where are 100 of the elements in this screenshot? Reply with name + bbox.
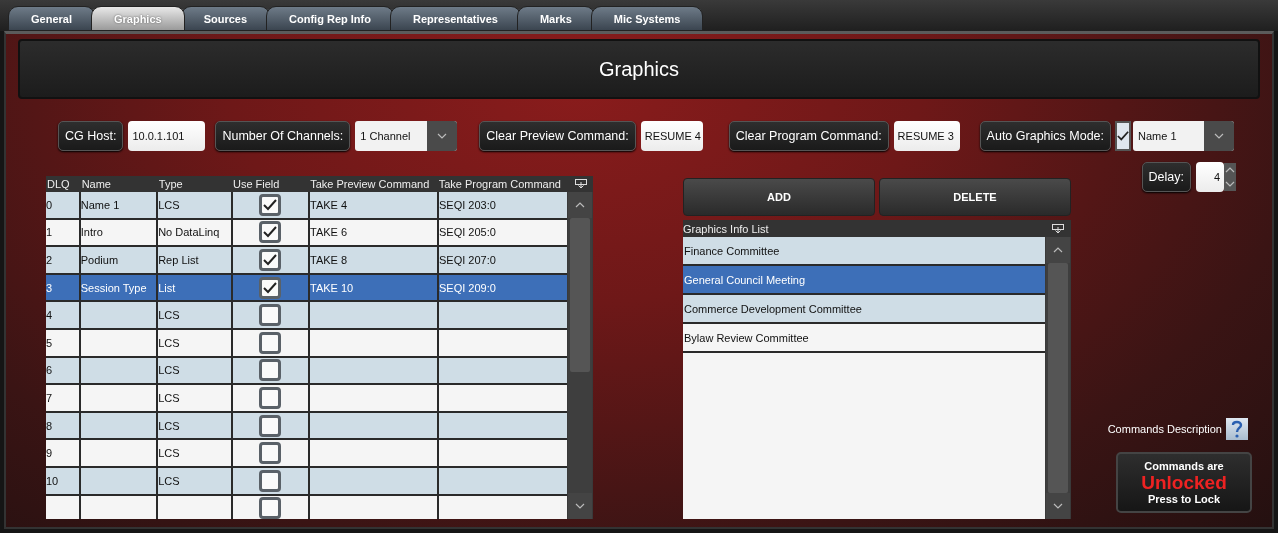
checkbox[interactable] [259, 359, 282, 382]
down-icon [1225, 181, 1235, 187]
preview-command-cell: TAKE 6 [310, 226, 348, 239]
name-cell: Name 1 [80, 198, 120, 211]
type-cell: LCS [158, 447, 180, 460]
input-field[interactable]: RESUME 3 [893, 121, 960, 151]
dlq-cell: 7 [46, 391, 53, 404]
table-row[interactable]: 4 LCS [46, 302, 567, 330]
check-icon [263, 254, 278, 266]
dlq-cell: 8 [46, 419, 53, 432]
type-cell: LCS [158, 309, 180, 322]
scroll-down-icon [575, 503, 585, 509]
check-icon [263, 226, 278, 239]
dlq-cell: 9 [46, 447, 53, 460]
table-row[interactable]: 10 LCS [46, 467, 567, 496]
input-field[interactable]: RESUME 4 [640, 121, 703, 151]
tab[interactable]: Representatives [389, 6, 521, 31]
dlq-cell: 10 [46, 474, 59, 487]
table-row[interactable]: 9 LCS [46, 440, 567, 468]
column-header: Use Field [231, 177, 281, 192]
page-title: Graphics [18, 39, 1260, 99]
checkbox[interactable] [259, 386, 282, 409]
table-row[interactable]: 5 LCS [46, 329, 567, 358]
preview-command-cell: TAKE 10 [310, 281, 354, 294]
table-row[interactable]: 0 Name 1 LCS TAKE 4 SEQI 203:0 [46, 192, 567, 220]
delete-button[interactable]: DELETE [879, 178, 1071, 216]
scrollbar[interactable] [1045, 237, 1071, 519]
field-label: Auto Graphics Mode: [979, 121, 1112, 151]
column-chooser-icon[interactable] [574, 179, 587, 189]
spinner[interactable] [1224, 163, 1236, 191]
question-icon [1231, 420, 1243, 438]
scroll-up-icon [575, 202, 585, 208]
checkbox[interactable] [259, 331, 282, 354]
scrollbar[interactable] [567, 192, 593, 519]
lock-button[interactable]: Commands are Unlocked Press to Lock [1116, 452, 1252, 513]
tab[interactable]: Marks [516, 6, 595, 31]
table-row[interactable]: 3 Session Type List TAKE 10 SEQI 209:0 [46, 274, 567, 303]
program-command-cell: SEQI 207:0 [439, 254, 496, 266]
dropdown[interactable]: Name 1 [1133, 121, 1235, 151]
field-label: Delay: [1141, 162, 1191, 192]
type-cell: Rep List [158, 254, 199, 266]
dlq-cell: 3 [46, 281, 53, 294]
input-field[interactable]: 10.0.1.101 [128, 121, 206, 151]
tab[interactable]: General [8, 6, 95, 31]
help-button[interactable] [1226, 418, 1248, 440]
checkbox[interactable] [259, 193, 282, 216]
column-header: Take Program Command [437, 177, 562, 192]
check-icon [263, 198, 278, 211]
table-row[interactable]: 8 LCS [46, 412, 567, 441]
checkbox[interactable] [259, 442, 282, 465]
description-label: Commands Description [1107, 423, 1222, 435]
list-title: Graphics Info List [683, 220, 1045, 237]
name-cell: Podium [80, 254, 119, 266]
checkbox[interactable] [259, 497, 282, 519]
dlq-cell: 6 [46, 364, 53, 377]
checkbox[interactable] [259, 221, 282, 244]
name-cell: Intro [80, 226, 103, 239]
checkbox[interactable] [259, 249, 282, 271]
type-cell: List [158, 281, 176, 294]
checkbox[interactable] [259, 414, 282, 437]
table-row[interactable]: 1 Intro No DataLinq TAKE 6 SEQI 205:0 [46, 219, 567, 248]
type-cell: No DataLinq [158, 226, 220, 239]
preview-command-cell: TAKE 8 [310, 254, 348, 266]
program-command-cell: SEQI 203:0 [439, 198, 496, 211]
program-command-cell: SEQI 205:0 [439, 226, 496, 239]
dlq-cell: 0 [46, 198, 53, 211]
name-cell: Session Type [80, 281, 147, 294]
add-button[interactable]: ADD [683, 178, 875, 216]
checkbox[interactable] [259, 276, 282, 299]
type-cell: LCS [158, 391, 180, 404]
table-row[interactable]: 6 LCS [46, 357, 567, 386]
type-cell: LCS [158, 419, 180, 432]
tab[interactable]: Mic Systems [590, 6, 704, 31]
check-icon [1117, 130, 1130, 142]
caret-icon [1214, 133, 1225, 139]
table-row[interactable]: 7 LCS [46, 385, 567, 413]
check-icon [263, 281, 278, 294]
table-row[interactable] [46, 495, 567, 519]
type-cell: LCS [158, 198, 180, 211]
type-cell: LCS [158, 364, 180, 377]
dlq-cell: 1 [46, 226, 53, 239]
dlq-cell: 2 [46, 254, 53, 266]
checkbox[interactable] [1115, 121, 1132, 151]
column-chooser-icon[interactable] [1052, 223, 1064, 234]
list-item[interactable]: Finance Committee [683, 237, 1045, 266]
up-icon [1225, 167, 1235, 173]
checkbox[interactable] [259, 469, 282, 492]
input-field[interactable]: 4 [1196, 162, 1224, 192]
list-item[interactable]: Commerce Development Committee [683, 295, 1045, 324]
dlq-cell: 4 [46, 309, 53, 322]
field-label: Clear Preview Command: [479, 121, 636, 151]
preview-command-cell: TAKE 4 [310, 198, 348, 211]
dlq-cell: 5 [46, 336, 53, 349]
checkbox[interactable] [259, 304, 282, 327]
dropdown[interactable]: 1 Channel [355, 121, 458, 151]
tab[interactable]: Config Rep Info [266, 6, 394, 31]
column-header: Name [80, 177, 112, 192]
table-row[interactable]: 2 Podium Rep List TAKE 8 SEQI 207:0 [46, 247, 567, 275]
list-item[interactable]: General Council Meeting [683, 266, 1045, 295]
field-label: Clear Program Command: [728, 121, 889, 151]
